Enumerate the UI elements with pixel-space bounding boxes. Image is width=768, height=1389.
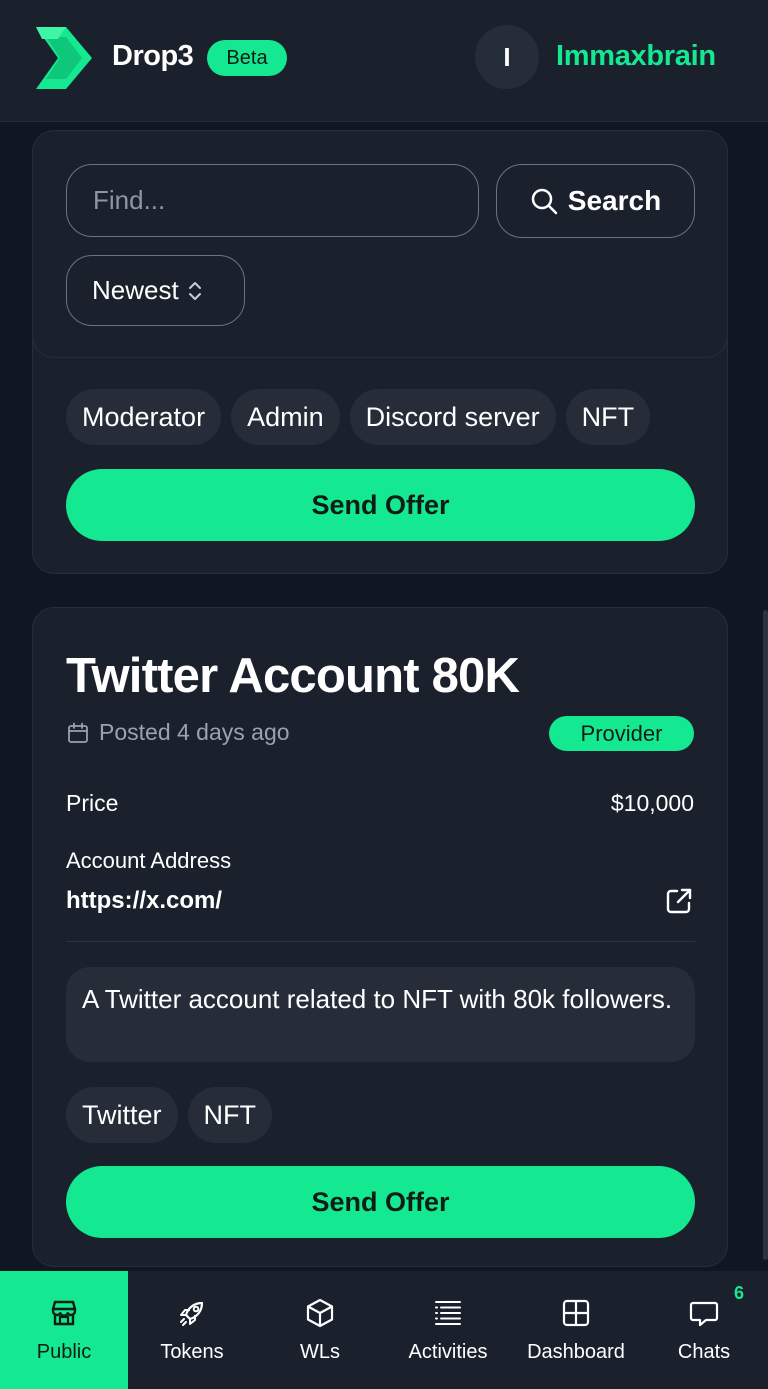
external-link-icon[interactable] xyxy=(664,886,694,916)
send-offer-button[interactable]: Send Offer xyxy=(66,469,695,541)
price-value: $10,000 xyxy=(610,790,694,816)
drop3-logo-icon[interactable] xyxy=(36,27,92,89)
sort-select[interactable]: Newest xyxy=(66,255,245,326)
list-icon xyxy=(435,1300,461,1325)
divider xyxy=(66,941,695,942)
listing-title: Twitter Account 80K xyxy=(66,649,520,703)
tag-list: Moderator Admin Discord server NFT xyxy=(66,389,651,445)
nav-item-public[interactable]: Public xyxy=(0,1271,128,1389)
nav-label: Chats xyxy=(677,1340,731,1363)
app-header: Drop3 Beta I Immaxbrain xyxy=(0,0,768,122)
nav-item-dashboard[interactable]: Dashboard xyxy=(512,1271,640,1389)
chevron-updown-icon xyxy=(188,281,201,300)
nav-item-chats[interactable]: Chats 6 xyxy=(640,1271,768,1389)
scrollbar[interactable] xyxy=(763,610,768,1260)
nav-label: WLs xyxy=(300,1340,340,1363)
search-input[interactable] xyxy=(66,164,479,237)
posted-text: Posted 4 days ago xyxy=(99,719,290,745)
nav-label: Public xyxy=(36,1340,92,1363)
grid-icon xyxy=(562,1299,590,1326)
nav-item-wls[interactable]: WLs xyxy=(256,1271,384,1389)
filter-panel: Search Newest xyxy=(32,130,728,358)
tag: Admin xyxy=(231,389,340,445)
store-icon xyxy=(51,1300,77,1325)
search-icon xyxy=(531,188,558,215)
price-label: Price xyxy=(66,790,119,816)
beta-badge: Beta xyxy=(207,40,287,76)
nav-label: Dashboard xyxy=(527,1340,625,1363)
tag: NFT xyxy=(565,389,651,445)
bottom-nav: Public Tokens WLs Activities Dashboard C… xyxy=(0,1271,768,1389)
search-button[interactable]: Search xyxy=(496,164,695,238)
listing-card: Twitter Account 80K Posted 4 days ago Pr… xyxy=(32,607,728,1267)
listing-card-previous: Moderator Admin Discord server NFT Send … xyxy=(32,340,728,574)
calendar-icon xyxy=(68,722,88,743)
nav-label: Tokens xyxy=(160,1340,224,1363)
listing-description: A Twitter account related to NFT with 80… xyxy=(66,967,695,1062)
avatar[interactable]: I xyxy=(475,25,539,89)
chat-icon xyxy=(689,1301,719,1326)
account-address-label: Account Address xyxy=(66,848,232,873)
nav-label: Activities xyxy=(408,1340,488,1363)
tag: Twitter xyxy=(66,1087,178,1143)
username[interactable]: Immaxbrain xyxy=(556,40,716,73)
posted-date: Posted 4 days ago xyxy=(66,719,290,746)
tag: NFT xyxy=(187,1087,272,1143)
account-address-value[interactable]: https://x.com/ xyxy=(66,887,222,915)
nav-item-tokens[interactable]: Tokens xyxy=(128,1271,256,1389)
sort-select-value: Newest xyxy=(92,275,179,305)
tag: Moderator xyxy=(66,389,222,445)
brand-name[interactable]: Drop3 xyxy=(112,40,194,73)
role-badge: Provider xyxy=(549,716,694,751)
tag-list: Twitter NFT xyxy=(66,1087,272,1143)
rocket-icon xyxy=(180,1301,204,1326)
cube-icon xyxy=(306,1298,334,1327)
send-offer-button[interactable]: Send Offer xyxy=(66,1166,695,1238)
chats-unread-badge: 6 xyxy=(733,1283,744,1303)
search-button-label: Search xyxy=(567,185,662,216)
nav-item-activities[interactable]: Activities xyxy=(384,1271,512,1389)
tag: Discord server xyxy=(349,389,556,445)
